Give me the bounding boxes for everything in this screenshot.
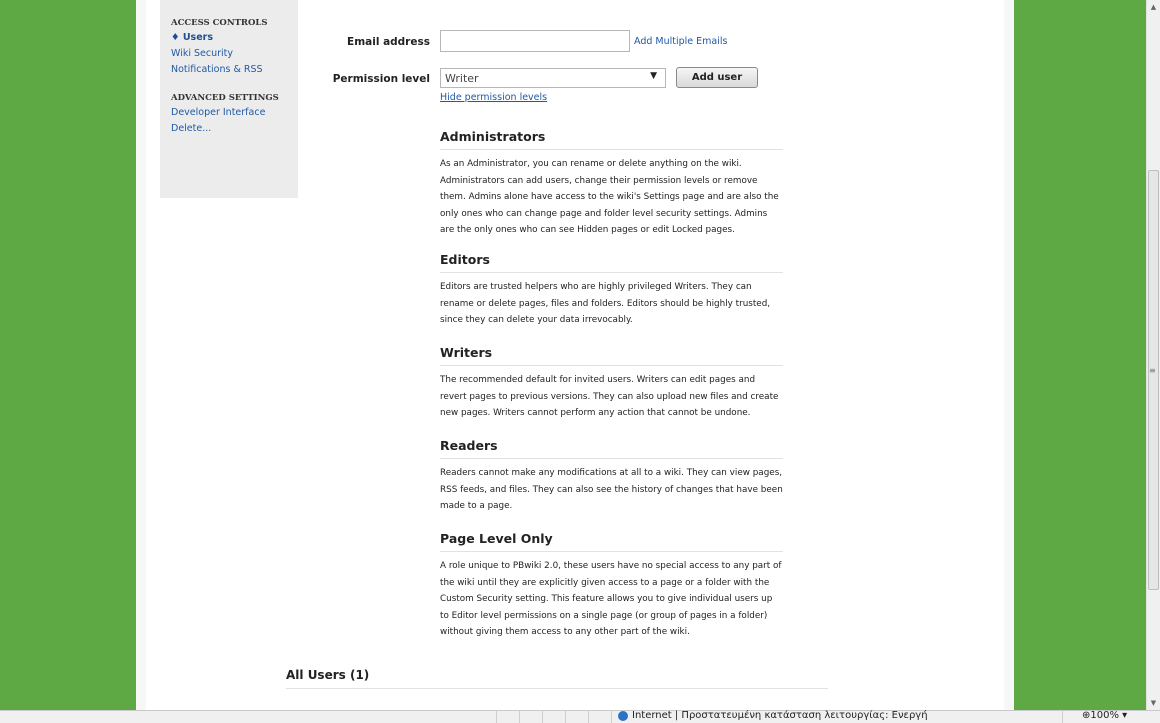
globe-icon (618, 710, 628, 721)
all-users-heading: All Users (1) (286, 668, 370, 682)
grip-icon: ≡ (1149, 366, 1156, 375)
chevron-down-icon: ▼ (650, 71, 657, 81)
zoom-value: ⊕100% (1082, 710, 1119, 721)
chevron-down-icon: ▾ (1122, 710, 1128, 721)
role-description: Readers cannot make any modifications at… (440, 468, 783, 511)
sidebar-item-users[interactable]: ♦ Users (171, 32, 298, 43)
content-page: ACCESS CONTROLS ♦ Users Wiki Security No… (146, 0, 1004, 710)
status-bar: Internet | Προστατευμένη κατάσταση λειτο… (0, 710, 1160, 723)
add-user-button[interactable]: Add user (676, 67, 758, 88)
permission-level-select[interactable]: Writer ▼ (440, 68, 666, 88)
role-description: A role unique to PBwiki 2.0, these users… (440, 561, 782, 637)
email-label: Email address (347, 36, 430, 48)
role-title: Page Level Only (440, 531, 783, 552)
advanced-settings-heading: ADVANCED SETTINGS (171, 93, 279, 103)
page-border-left (136, 0, 146, 710)
sidebar-item-delete[interactable]: Delete... (171, 123, 298, 134)
role-title: Editors (440, 252, 783, 273)
role-title: Writers (440, 345, 783, 366)
role-description: Editors are trusted helpers who are high… (440, 282, 771, 325)
page-border-right (1004, 0, 1014, 710)
hide-permission-levels-link[interactable]: Hide permission levels (440, 92, 547, 103)
divider (286, 688, 828, 689)
role-description: The recommended default for invited user… (440, 375, 779, 418)
role-page-level-only: Page Level Only A role unique to PBwiki … (440, 531, 783, 641)
sidebar-item-wiki-security[interactable]: Wiki Security (171, 48, 298, 59)
role-readers: Readers Readers cannot make any modifica… (440, 438, 783, 515)
sidebar-item-developer-interface[interactable]: Developer Interface (171, 107, 298, 118)
email-field[interactable] (440, 30, 630, 52)
role-editors: Editors Editors are trusted helpers who … (440, 252, 783, 329)
scroll-up-icon[interactable]: ▲ (1147, 0, 1160, 14)
sidebar-item-notifications-rss[interactable]: Notifications & RSS (171, 64, 298, 75)
vertical-scrollbar[interactable]: ▲ ≡ ▼ (1146, 0, 1160, 710)
scrollbar-thumb[interactable] (1148, 170, 1159, 590)
permission-level-value: Writer (445, 72, 479, 85)
security-zone-status: Internet | Προστατευμένη κατάσταση λειτο… (618, 710, 928, 721)
role-administrators: Administrators As an Administrator, you … (440, 129, 783, 239)
role-title: Administrators (440, 129, 783, 150)
scroll-down-icon[interactable]: ▼ (1147, 696, 1160, 710)
add-multiple-emails-link[interactable]: Add Multiple Emails (634, 36, 727, 47)
page-background-right (1014, 0, 1146, 710)
access-controls-heading: ACCESS CONTROLS (171, 18, 268, 28)
role-title: Readers (440, 438, 783, 459)
zone-text: Internet | Προστατευμένη κατάσταση λειτο… (632, 710, 928, 721)
settings-sidebar: ACCESS CONTROLS ♦ Users Wiki Security No… (160, 0, 298, 198)
role-description: As an Administrator, you can rename or d… (440, 159, 779, 235)
zoom-level[interactable]: ⊕100% ▾ (1082, 710, 1127, 721)
page-background-left (0, 0, 136, 710)
role-writers: Writers The recommended default for invi… (440, 345, 783, 422)
permission-level-label: Permission level (332, 73, 430, 85)
